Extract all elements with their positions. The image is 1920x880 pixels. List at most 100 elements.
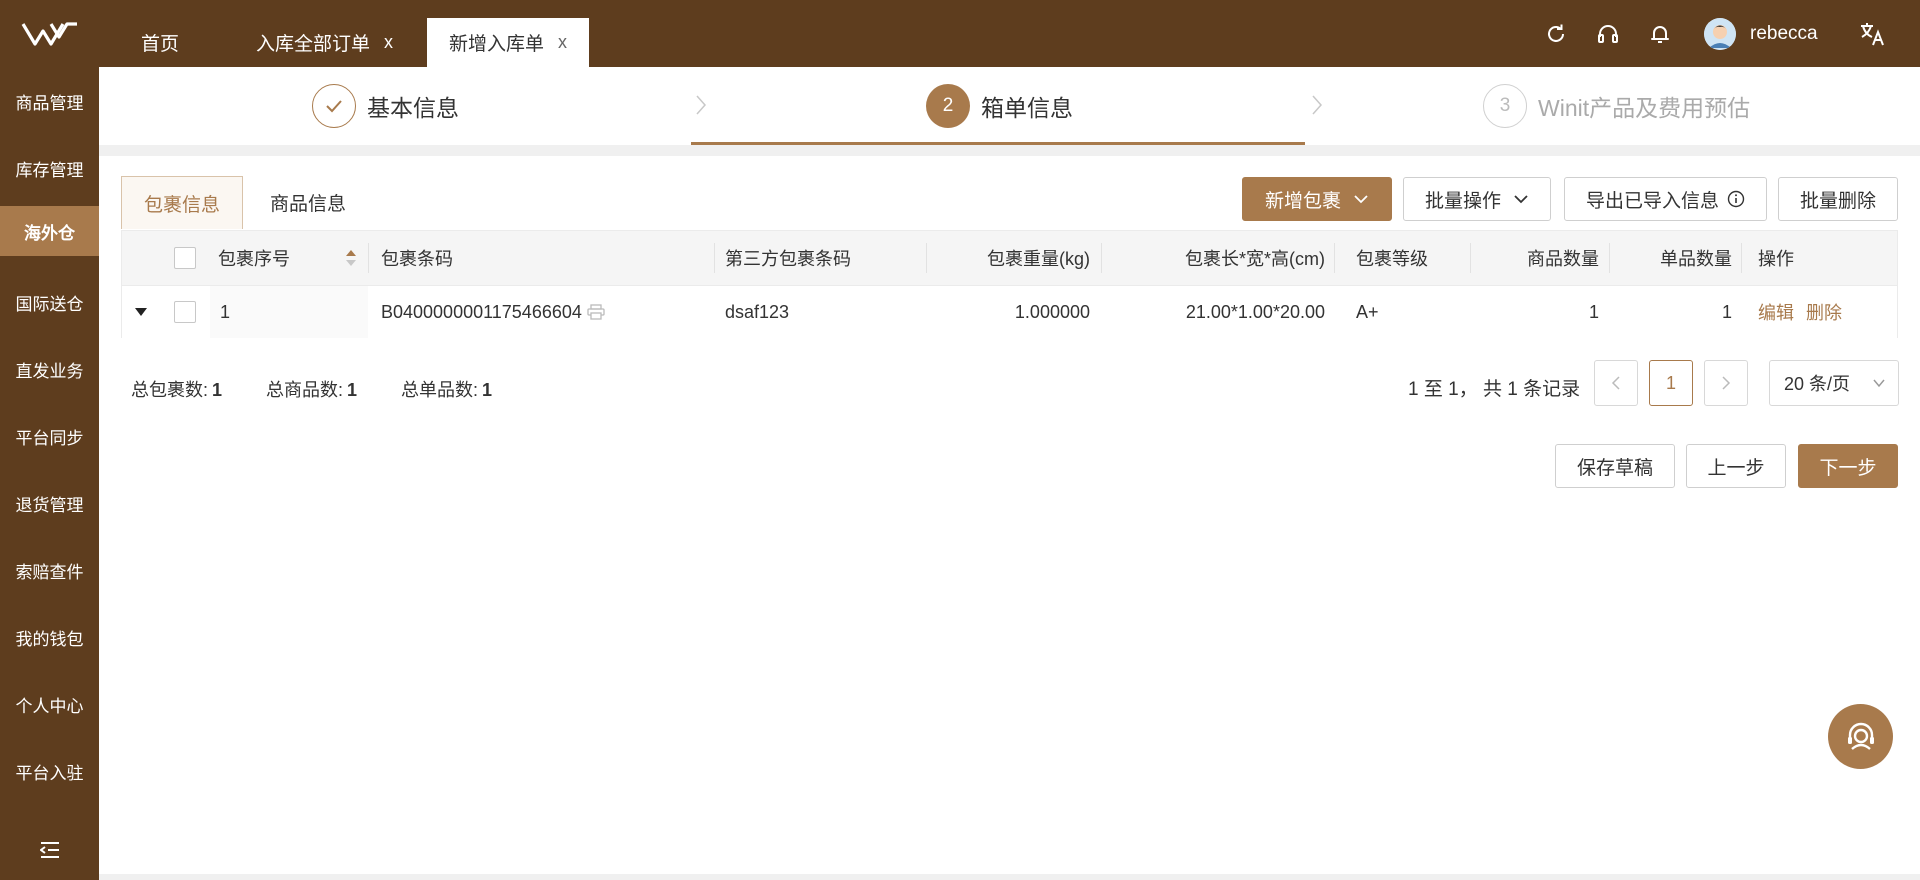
package-table: 包裹序号 包裹条码 第三方包裹条码 包裹重量(kg) 包裹长*宽*高(cm) 包… <box>121 230 1898 338</box>
translate-icon[interactable] <box>1858 20 1886 48</box>
info-icon <box>1727 190 1745 208</box>
previous-step-button[interactable]: 上一步 <box>1686 444 1786 488</box>
delete-link[interactable]: 删除 <box>1806 299 1842 325</box>
header-third-party-barcode: 第三方包裹条码 <box>725 249 851 269</box>
chevron-down-icon <box>1873 379 1885 388</box>
prev-page-button[interactable] <box>1594 360 1638 406</box>
close-icon[interactable]: x <box>558 32 567 53</box>
sidebar-item-claims[interactable]: 索赔查件 <box>0 545 99 595</box>
cell-actions: 编辑 删除 <box>1758 286 1854 338</box>
customer-support-icon[interactable] <box>1828 704 1893 769</box>
select-all-checkbox[interactable] <box>174 247 196 269</box>
page-number-button[interactable]: 1 <box>1649 360 1693 406</box>
summary-total-items: 总单品数: 1 <box>401 380 493 400</box>
sidebar-item-label: 海外仓 <box>24 223 75 243</box>
close-icon[interactable]: x <box>384 32 393 53</box>
tab-new-inbound-order[interactable]: 新增入库单 x <box>427 18 590 67</box>
sidebar-item-label: 库存管理 <box>15 160 84 180</box>
sidebar-item-returns[interactable]: 退货管理 <box>0 478 99 528</box>
batch-operations-button[interactable]: 批量操作 <box>1403 177 1551 221</box>
sidebar-item-international-shipping[interactable]: 国际送仓 <box>0 277 99 327</box>
step-winit-product-estimate[interactable]: 3 Winit产品及费用预估 <box>1483 84 1750 128</box>
sidebar-item-wallet[interactable]: 我的钱包 <box>0 612 99 662</box>
sidebar-item-platform-sync[interactable]: 平台同步 <box>0 411 99 461</box>
expand-arrow-icon[interactable] <box>134 286 148 338</box>
cell-weight: 1.000000 <box>1014 301 1090 322</box>
row-checkbox[interactable] <box>174 301 196 323</box>
username: rebecca <box>1750 23 1818 44</box>
header-package-seq: 包裹序号 <box>218 249 290 269</box>
main-area: 基本信息 2 箱单信息 3 Winit产品及费用预估 包裹信息 商品信息 新增包… <box>99 67 1920 880</box>
sidebar-item-inventory-management[interactable]: 库存管理 <box>0 143 99 193</box>
sidebar-item-platform-onboarding[interactable]: 平台入驻 <box>0 746 99 796</box>
summary-total-packages: 总包裹数: 1 <box>131 380 223 400</box>
cell-barcode: B0400000001175466604 <box>381 286 605 338</box>
cell-grade: A+ <box>1356 301 1379 322</box>
sidebar-item-product-management[interactable]: 商品管理 <box>0 76 99 126</box>
tab-label: 新增入库单 <box>449 34 545 55</box>
step-label: 箱单信息 <box>981 95 1073 121</box>
sidebar-item-label: 索赔查件 <box>15 562 84 582</box>
bell-icon[interactable] <box>1646 20 1674 48</box>
sidebar-item-label: 个人中心 <box>15 696 84 716</box>
sidebar-item-direct-shipping[interactable]: 直发业务 <box>0 344 99 394</box>
sidebar-item-label: 国际送仓 <box>15 294 84 314</box>
tab-label: 首页 <box>140 34 179 55</box>
subtab-label: 包裹信息 <box>143 194 220 216</box>
sidebar-item-overseas-warehouse[interactable]: 海外仓 <box>0 206 99 256</box>
cell-third-party-barcode: dsaf123 <box>725 301 790 322</box>
batch-delete-button[interactable]: 批量删除 <box>1778 177 1898 221</box>
cell-dimensions: 21.00*1.00*20.00 <box>1185 301 1325 322</box>
content-panel: 包裹信息 商品信息 新增包裹 批量操作 导出已导入信息 批量删除 包裹序号 包裹… <box>99 156 1920 874</box>
refresh-icon[interactable] <box>1542 20 1570 48</box>
sidebar-item-label: 我的钱包 <box>15 629 84 649</box>
next-page-button[interactable] <box>1704 360 1748 406</box>
printer-icon[interactable] <box>587 304 605 320</box>
chevron-down-icon <box>1514 195 1528 204</box>
summary-total-goods: 总商品数: 1 <box>266 380 358 400</box>
button-label: 上一步 <box>1707 457 1765 479</box>
header-package-dimensions: 包裹长*宽*高(cm) <box>1185 249 1325 269</box>
check-icon <box>312 84 356 128</box>
step-packing-info[interactable]: 2 箱单信息 <box>926 84 1073 128</box>
button-label: 导出已导入信息 <box>1585 190 1719 212</box>
button-label: 新增包裹 <box>1264 190 1341 212</box>
w-logo-icon[interactable] <box>0 0 99 67</box>
sidebar-item-label: 平台入驻 <box>15 763 84 783</box>
tab-inbound-all-orders[interactable]: 入库全部订单 x <box>234 18 415 67</box>
page-size-select[interactable]: 20 条/页 <box>1769 360 1899 406</box>
menu-collapse-icon[interactable] <box>0 830 99 870</box>
export-imported-info-button[interactable]: 导出已导入信息 <box>1564 177 1767 221</box>
header-item-qty: 单品数量 <box>1660 249 1732 269</box>
edit-link[interactable]: 编辑 <box>1758 299 1794 325</box>
chevron-left-icon <box>1611 376 1620 390</box>
table-row: 1 B0400000001175466604 dsaf123 1.000000 … <box>122 285 1897 338</box>
header-package-barcode: 包裹条码 <box>381 249 453 269</box>
step-number: 3 <box>1483 84 1527 128</box>
next-step-button[interactable]: 下一步 <box>1798 444 1898 488</box>
tab-label: 入库全部订单 <box>256 34 371 55</box>
user-menu[interactable]: rebecca <box>1704 18 1818 50</box>
step-label: 基本信息 <box>367 95 459 121</box>
chevron-down-icon <box>1354 195 1368 204</box>
cell-seq: 1 <box>210 286 368 338</box>
step-label: Winit产品及费用预估 <box>1538 95 1751 121</box>
subtab-package-info[interactable]: 包裹信息 <box>121 176 243 229</box>
tab-home[interactable]: 首页 <box>99 18 221 67</box>
sidebar-item-label: 平台同步 <box>15 428 84 448</box>
header-package-grade: 包裹等级 <box>1356 249 1428 269</box>
button-label: 下一步 <box>1819 457 1877 479</box>
sidebar-item-label: 退货管理 <box>15 495 84 515</box>
bottom-strip <box>99 874 1920 880</box>
subtab-label: 商品信息 <box>269 194 346 215</box>
add-package-button[interactable]: 新增包裹 <box>1242 177 1392 221</box>
sidebar-item-personal-center[interactable]: 个人中心 <box>0 679 99 729</box>
save-draft-button[interactable]: 保存草稿 <box>1555 444 1675 488</box>
step-indicator: 基本信息 2 箱单信息 3 Winit产品及费用预估 <box>99 67 1920 145</box>
cell-item-qty: 1 <box>1721 301 1732 322</box>
sort-icon[interactable] <box>345 231 357 285</box>
subtab-product-info[interactable]: 商品信息 <box>245 176 371 229</box>
headset-icon[interactable] <box>1594 20 1622 48</box>
step-basic-info[interactable]: 基本信息 <box>312 84 459 128</box>
page-size-value: 20 条/页 <box>1784 374 1851 394</box>
